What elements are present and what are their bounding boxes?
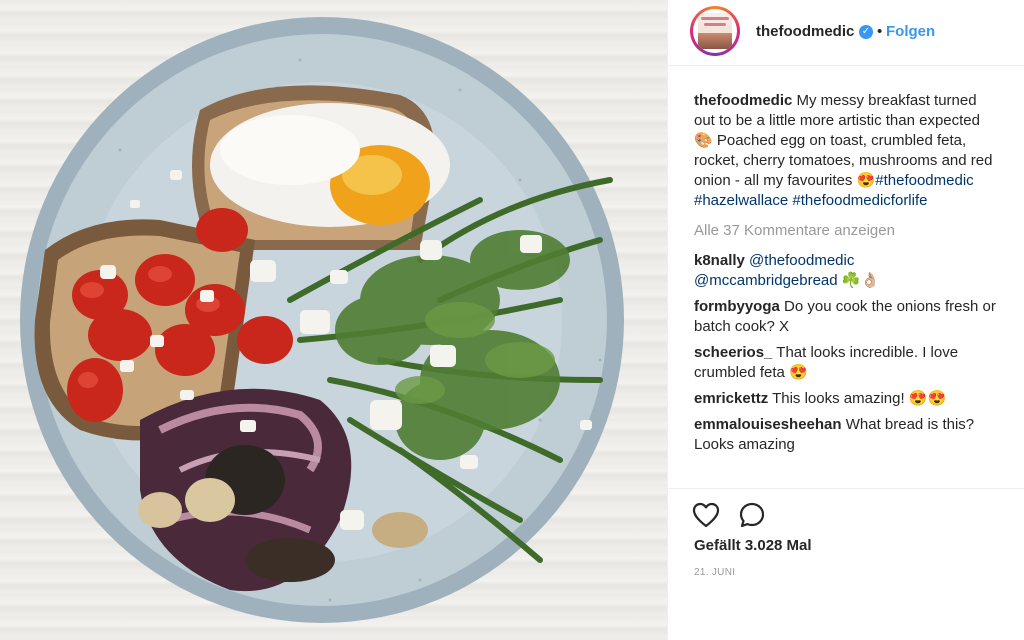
- comments-section: thefoodmedic My messy breakfast turned o…: [694, 91, 999, 461]
- post-caption: thefoodmedic My messy breakfast turned o…: [694, 91, 999, 211]
- comment-item: k8nally @thefoodmedic @mccambridgebread …: [694, 251, 999, 291]
- comment-text: ☘️👌🏼: [837, 272, 880, 289]
- verified-badge-icon: ✓: [859, 25, 873, 39]
- avatar-image: [693, 9, 737, 53]
- comment-username-link[interactable]: scheerios_: [694, 344, 772, 361]
- view-all-comments-link[interactable]: Alle 37 Kommentare anzeigen: [694, 221, 999, 241]
- heart-icon[interactable]: [692, 502, 720, 528]
- follow-button[interactable]: Folgen: [886, 23, 935, 40]
- comment-item: scheerios_ That looks incredible. I love…: [694, 343, 999, 383]
- header-username-link[interactable]: thefoodmedic: [756, 23, 854, 40]
- header-separator: •: [877, 23, 883, 40]
- comment-username-link[interactable]: k8nally: [694, 252, 745, 269]
- mention-link[interactable]: @thefoodmedic: [749, 252, 854, 269]
- caption-username-link[interactable]: thefoodmedic: [694, 92, 792, 109]
- comment-username-link[interactable]: emmalouisesheehan: [694, 416, 842, 433]
- post-header: thefoodmedic ✓ • Folgen: [668, 0, 1024, 66]
- post-side-panel: thefoodmedic ✓ • Folgen thefoodmedic My …: [667, 0, 1024, 640]
- likes-count[interactable]: Gefällt 3.028 Mal: [694, 537, 812, 554]
- post-date[interactable]: 21. JUNI: [694, 567, 735, 578]
- comment-bubble-icon[interactable]: [738, 501, 766, 529]
- mention-link[interactable]: @mccambridgebread: [694, 272, 838, 289]
- avatar[interactable]: [690, 6, 740, 56]
- hashtag-link[interactable]: #hazelwallace: [694, 192, 788, 209]
- comment-username-link[interactable]: formbyyoga: [694, 298, 780, 315]
- comment-text: This looks amazing! 😍😍: [768, 390, 947, 407]
- comment-username-link[interactable]: emrickettz: [694, 390, 768, 407]
- comment-item: emmalouisesheehan What bread is this? Lo…: [694, 415, 999, 455]
- hashtag-link[interactable]: #thefoodmedicforlife: [792, 192, 927, 209]
- post-photo[interactable]: [0, 0, 667, 640]
- comment-item: formbyyoga Do you cook the onions fresh …: [694, 297, 999, 337]
- comment-item: emrickettz This looks amazing! 😍😍: [694, 389, 999, 409]
- breakfast-plate-image: [20, 17, 624, 623]
- hashtag-link[interactable]: #thefoodmedic: [875, 172, 973, 189]
